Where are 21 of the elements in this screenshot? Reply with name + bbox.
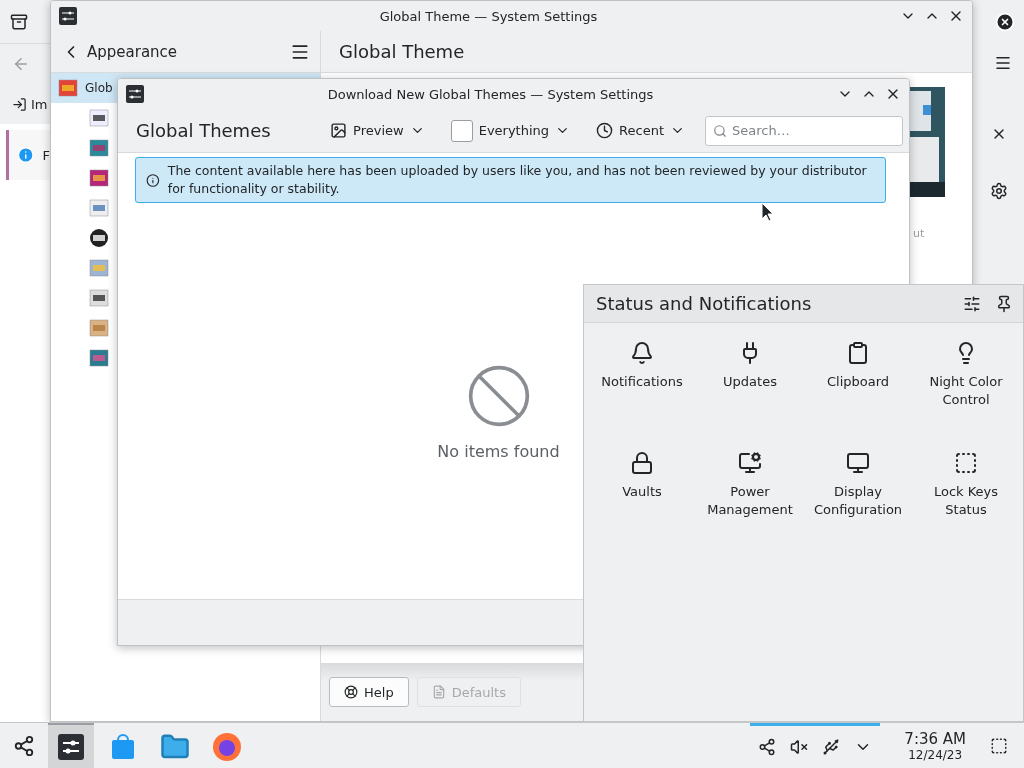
theme-caption: ut — [913, 227, 925, 240]
page-title: Global Theme — [339, 41, 465, 62]
clock-time: 7:36 AM — [904, 729, 966, 748]
dialog-heading: Global Themes — [136, 120, 272, 141]
window-title: Download New Global Themes — System Settings — [326, 86, 655, 102]
clock-date: 12/24/23 — [908, 747, 963, 762]
banner-text: F — [42, 147, 50, 163]
item-label: Updates — [723, 373, 777, 391]
item-label: Power Management — [706, 483, 794, 519]
item-label: Display Configuration — [812, 483, 904, 519]
section-title: Appearance — [87, 42, 179, 61]
panel-title: Status and Notifications — [596, 293, 813, 314]
item-label: Lock Keys Status — [932, 483, 1000, 519]
window-title: Global Theme — System Settings — [378, 8, 599, 24]
item-label: Notifications — [601, 373, 683, 391]
notice-text: The content available here has been uploaded by users like you, and has not been reviewed by your distributor for functionality or stability. — [167, 162, 868, 198]
item-label: Clipboard — [826, 373, 890, 391]
sidebar-label: Glob — [85, 81, 113, 95]
item-label: Vaults — [622, 483, 662, 501]
empty-message: No items found — [437, 441, 560, 461]
item-label: Night Color Control — [928, 373, 1004, 409]
